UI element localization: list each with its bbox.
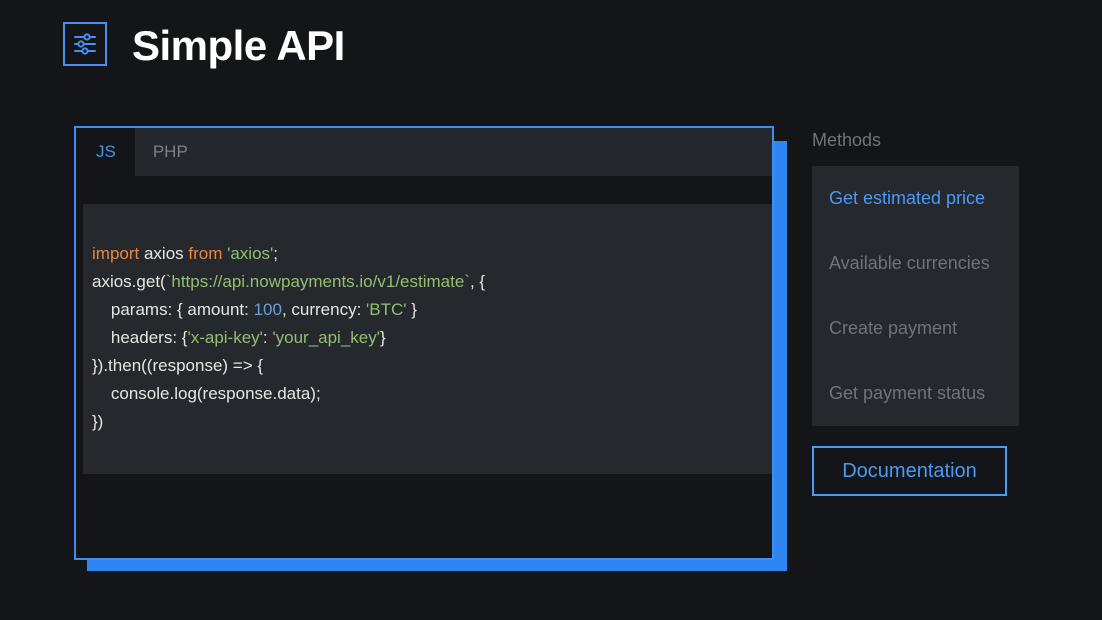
code-line: }) xyxy=(92,408,772,436)
code-number: 100 xyxy=(253,300,282,319)
method-get-estimated-price[interactable]: Get estimated price xyxy=(812,166,1019,231)
method-get-payment-status[interactable]: Get payment status xyxy=(812,361,1019,426)
code-line: console.log(response.data); xyxy=(92,380,772,408)
code-text: }) xyxy=(92,412,104,431)
code-text: }).then((response) => { xyxy=(92,356,264,375)
code-block: import axios from 'axios'; axios.get(`ht… xyxy=(83,204,772,474)
sliders-icon xyxy=(63,22,107,66)
methods-heading: Methods xyxy=(812,130,882,150)
method-available-currencies[interactable]: Available currencies xyxy=(812,231,1019,296)
code-tabs: JS PHP xyxy=(76,128,772,176)
code-line: params: { amount: 100, currency: 'BTC' } xyxy=(92,296,772,324)
code-string: 'your_api_key' xyxy=(272,328,380,347)
code-text: console.log(response.data); xyxy=(92,384,321,403)
code-line: }).then((response) => { xyxy=(92,352,772,380)
code-string: 'axios' xyxy=(227,244,274,263)
code-text: params: { amount: xyxy=(92,300,254,319)
code-keyword: import xyxy=(92,244,140,263)
code-line: import axios from 'axios'; xyxy=(92,240,772,268)
code-text: , currency: xyxy=(281,300,367,319)
code-keyword: from xyxy=(188,244,223,263)
code-text: : xyxy=(262,328,273,347)
code-string: 'x-api-key' xyxy=(187,328,263,347)
code-panel: JS PHP import axios from 'axios'; axios.… xyxy=(74,126,774,560)
tab-php[interactable]: PHP xyxy=(135,128,206,176)
code-line: axios.get(`https://api.nowpayments.io/v1… xyxy=(92,268,772,296)
sliders-icon-graphic xyxy=(74,33,96,55)
code-text: axios xyxy=(139,244,189,263)
code-text: headers: { xyxy=(92,328,188,347)
code-text: axios.get( xyxy=(92,272,166,291)
code-string: 'BTC' xyxy=(366,300,407,319)
code-string: `https://api.nowpayments.io/v1/estimate` xyxy=(165,272,470,291)
methods-list: Get estimated price Available currencies… xyxy=(812,166,1019,426)
page-title: Simple API xyxy=(132,22,345,69)
code-text: } xyxy=(380,328,386,347)
code-text: , { xyxy=(469,272,486,291)
code-text: ; xyxy=(273,244,279,263)
tab-js[interactable]: JS xyxy=(76,128,135,176)
code-line: headers: {'x-api-key': 'your_api_key'} xyxy=(92,324,772,352)
documentation-button[interactable]: Documentation xyxy=(812,446,1007,496)
method-create-payment[interactable]: Create payment xyxy=(812,296,1019,361)
code-text: } xyxy=(406,300,417,319)
